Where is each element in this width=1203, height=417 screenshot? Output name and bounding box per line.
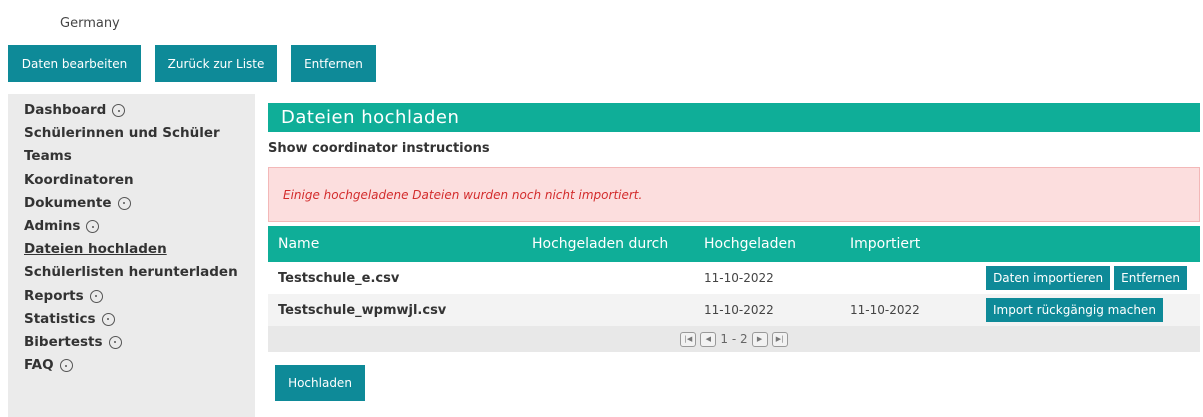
pagination-row: |◀ ◀ 1 - 2 ▶ ▶| xyxy=(268,326,1200,352)
remove-file-button[interactable]: Entfernen xyxy=(1114,266,1187,290)
circle-dot-icon xyxy=(86,220,100,234)
sidebar: Dashboard Schülerinnen und Schüler Teams… xyxy=(8,94,255,417)
sidebar-item-label: Admins xyxy=(24,217,81,234)
first-page-icon[interactable]: |◀ xyxy=(680,331,697,347)
sidebar-item-documents[interactable]: Dokumente xyxy=(8,192,255,215)
prev-page-icon[interactable]: ◀ xyxy=(700,331,717,347)
imported-date: 11-10-2022 xyxy=(850,303,920,317)
sidebar-item-label: Reports xyxy=(24,287,84,304)
undo-import-button[interactable]: Import rückgängig machen xyxy=(986,298,1163,322)
uploaded-date: 11-10-2022 xyxy=(704,303,774,317)
circle-dot-icon xyxy=(89,289,103,303)
sidebar-item-label: Schülerinnen und Schüler xyxy=(24,125,220,142)
file-name: Testschule_wpmwjl.csv xyxy=(278,302,447,318)
remove-button[interactable]: Entfernen xyxy=(291,45,376,82)
table-row: Testschule_wpmwjl.csv 11-10-2022 11-10-2… xyxy=(268,294,1200,326)
sidebar-item-label: Statistics xyxy=(24,310,96,327)
sidebar-item-label: Schülerlisten herunterladen xyxy=(24,264,238,281)
column-header-uploaded-by[interactable]: Hochgeladen durch xyxy=(532,226,704,262)
back-to-list-button[interactable]: Zurück zur Liste xyxy=(155,45,277,82)
last-page-icon[interactable]: ▶| xyxy=(771,331,788,347)
column-header-actions xyxy=(972,226,1200,262)
sidebar-item-label: FAQ xyxy=(24,357,54,374)
sidebar-item-label: Bibertests xyxy=(24,333,103,350)
file-name: Testschule_e.csv xyxy=(278,270,400,286)
country-label: Germany xyxy=(60,16,120,31)
sidebar-item-label: Koordinatoren xyxy=(24,171,134,188)
page-range: 1 - 2 xyxy=(720,332,748,346)
circle-dot-icon xyxy=(101,312,115,326)
sidebar-item-label: Teams xyxy=(24,148,72,165)
sidebar-item-statistics[interactable]: Statistics xyxy=(8,308,255,331)
row-actions: Daten importieren Entfernen xyxy=(972,262,1200,294)
pagination: |◀ ◀ 1 - 2 ▶ ▶| xyxy=(268,326,1200,352)
uploaded-by xyxy=(532,294,704,326)
alert-text: Einige hochgeladene Dateien wurden noch … xyxy=(283,187,643,202)
sidebar-item-label: Dateien hochladen xyxy=(24,241,167,258)
circle-dot-icon xyxy=(117,196,131,210)
sidebar-item-label: Dashboard xyxy=(24,102,107,118)
column-header-name[interactable]: Name xyxy=(268,226,532,262)
sidebar-item-bibertests[interactable]: Bibertests xyxy=(8,331,255,354)
sidebar-item-download-student-lists[interactable]: Schülerlisten herunterladen xyxy=(8,261,255,284)
upload-button[interactable]: Hochladen xyxy=(275,365,365,401)
sidebar-item-label: Dokumente xyxy=(24,194,112,211)
import-data-button[interactable]: Daten importieren xyxy=(986,266,1111,290)
main-content: Dateien hochladen Show coordinator instr… xyxy=(268,103,1200,401)
sidebar-item-faq[interactable]: FAQ xyxy=(8,354,255,377)
warning-alert: Einige hochgeladene Dateien wurden noch … xyxy=(268,167,1200,222)
row-actions: Import rückgängig machen xyxy=(972,294,1200,326)
circle-dot-icon xyxy=(112,104,126,118)
sidebar-item-reports[interactable]: Reports xyxy=(8,285,255,308)
uploaded-date: 11-10-2022 xyxy=(704,271,774,285)
sidebar-item-admins[interactable]: Admins xyxy=(8,215,255,238)
uploaded-by xyxy=(532,262,704,294)
circle-dot-icon xyxy=(108,335,122,349)
imported-date xyxy=(850,262,972,294)
sidebar-item-students[interactable]: Schülerinnen und Schüler xyxy=(8,122,255,145)
page-title: Dateien hochladen xyxy=(268,103,1200,132)
column-header-uploaded[interactable]: Hochgeladen xyxy=(704,226,850,262)
sidebar-item-dashboard[interactable]: Dashboard xyxy=(8,99,255,122)
table-row: Testschule_e.csv 11-10-2022 Daten import… xyxy=(268,262,1200,294)
circle-dot-icon xyxy=(59,359,73,373)
edit-data-button[interactable]: Daten bearbeiten xyxy=(8,45,141,82)
next-page-icon[interactable]: ▶ xyxy=(751,331,768,347)
show-instructions-link[interactable]: Show coordinator instructions xyxy=(268,139,1200,159)
sidebar-item-teams[interactable]: Teams xyxy=(8,145,255,168)
table-header-row: Name Hochgeladen durch Hochgeladen Impor… xyxy=(268,226,1200,262)
sidebar-item-coordinators[interactable]: Koordinatoren xyxy=(8,169,255,192)
uploaded-files-table: Name Hochgeladen durch Hochgeladen Impor… xyxy=(268,226,1200,352)
sidebar-item-upload-files[interactable]: Dateien hochladen xyxy=(8,238,255,261)
column-header-imported[interactable]: Importiert xyxy=(850,226,972,262)
